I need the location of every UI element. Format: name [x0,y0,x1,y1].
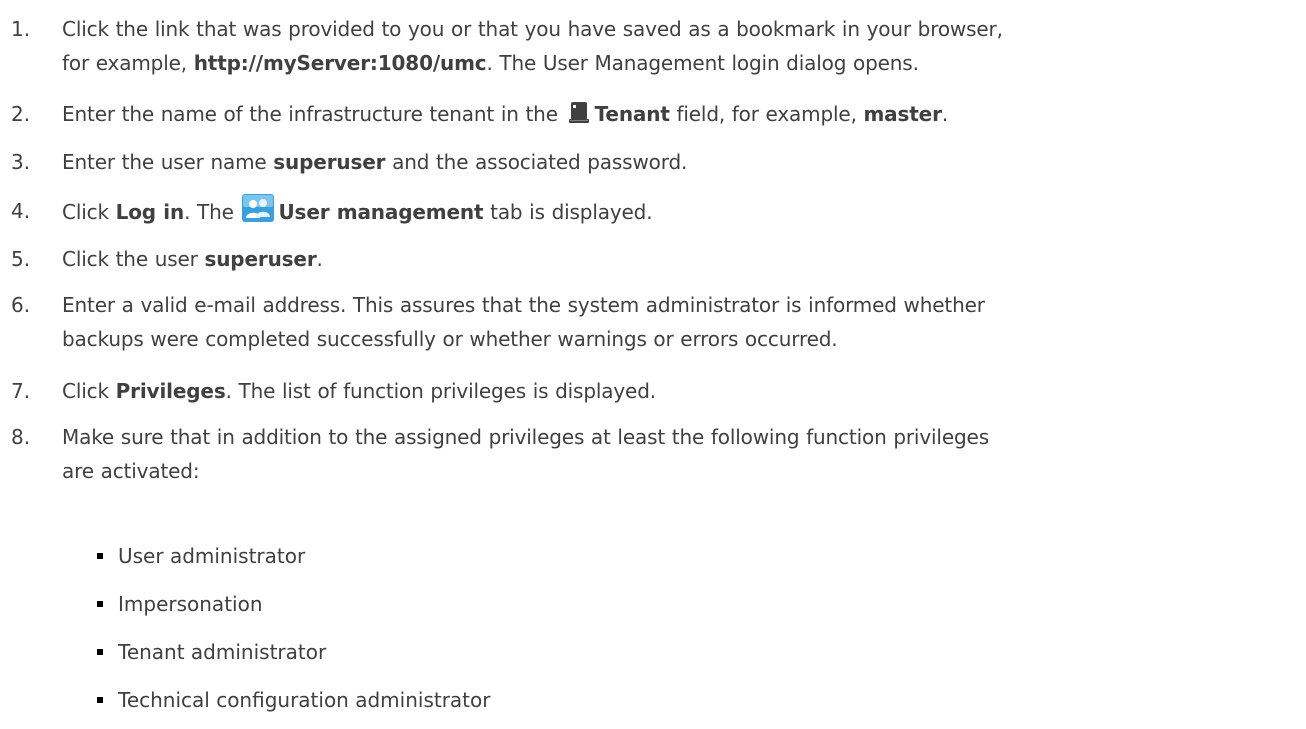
step-number: 4. [11,199,31,223]
list-item-text: Impersonation [118,592,263,616]
step-text-part: Enter the user name [62,150,274,174]
user-example: superuser [204,247,317,271]
step-text: Click the link that was provided to you … [62,12,1298,80]
bullet-icon [97,601,103,607]
step-text-part: . [941,102,949,126]
list-item-text: Technical configuration administrator [118,688,491,712]
login-label: Log in [115,200,185,224]
step-number: 1. [11,17,31,41]
step-text-part: Make sure that in addition to the assign… [62,425,989,449]
step-text: Click the user superuser. [62,242,1298,276]
step-text-part: Click [62,379,116,403]
tenant-example: master [863,102,942,126]
privileges-label: Privileges [115,379,226,403]
step-number: 7. [11,379,31,403]
step-text-part: are activated: [62,459,200,483]
step-text-part: . The list of function privileges is dis… [225,379,657,403]
tenant-label: Tenant [594,102,670,126]
tenant-server-icon [567,100,591,134]
step-text-part: Enter the name of the infrastructure ten… [62,102,565,126]
step-number: 5. [11,247,31,271]
step-text: Enter a valid e-mail address. This assur… [62,288,1298,356]
step-text-part: . The [184,200,241,224]
bullet-icon [97,649,103,655]
step-text-part: Click [62,200,116,224]
user-management-icon [242,194,275,232]
step-text: Click Privileges. The list of function p… [62,374,1298,408]
step-text-part: Enter a valid e-mail address. This assur… [62,293,985,317]
bullet-icon [97,697,103,703]
step-text-part: . [316,247,323,271]
user-management-label: User management [278,200,484,224]
step-number: 8. [11,425,31,449]
step-text-part: tab is displayed. [483,200,653,224]
step-text: Enter the name of the infrastructure ten… [62,97,1298,134]
step-text-part: Click the link that was provided to you … [62,17,1003,41]
url-example: http://myServer:1080/umc [193,51,487,75]
step-number: 3. [11,150,31,174]
username-example: superuser [273,150,386,174]
step-text-part: for example, [62,51,194,75]
list-item-text: User administrator [118,544,306,568]
step-text: Click Log in. The User management tab is… [62,194,1298,232]
step-number: 6. [11,293,31,317]
step-text-part: Click the user [62,247,205,271]
step-text-part: field, for example, [669,102,864,126]
step-text-part: backups were completed successfully or w… [62,327,838,351]
step-text: Make sure that in addition to the assign… [62,420,1298,488]
step-text-part: and the associated password. [385,150,688,174]
step-number: 2. [11,102,31,126]
step-text-part: . The User Management login dialog opens… [486,51,919,75]
bullet-icon [97,553,103,559]
step-text: Enter the user name superuser and the as… [62,145,1298,179]
list-item-text: Tenant administrator [118,640,327,664]
